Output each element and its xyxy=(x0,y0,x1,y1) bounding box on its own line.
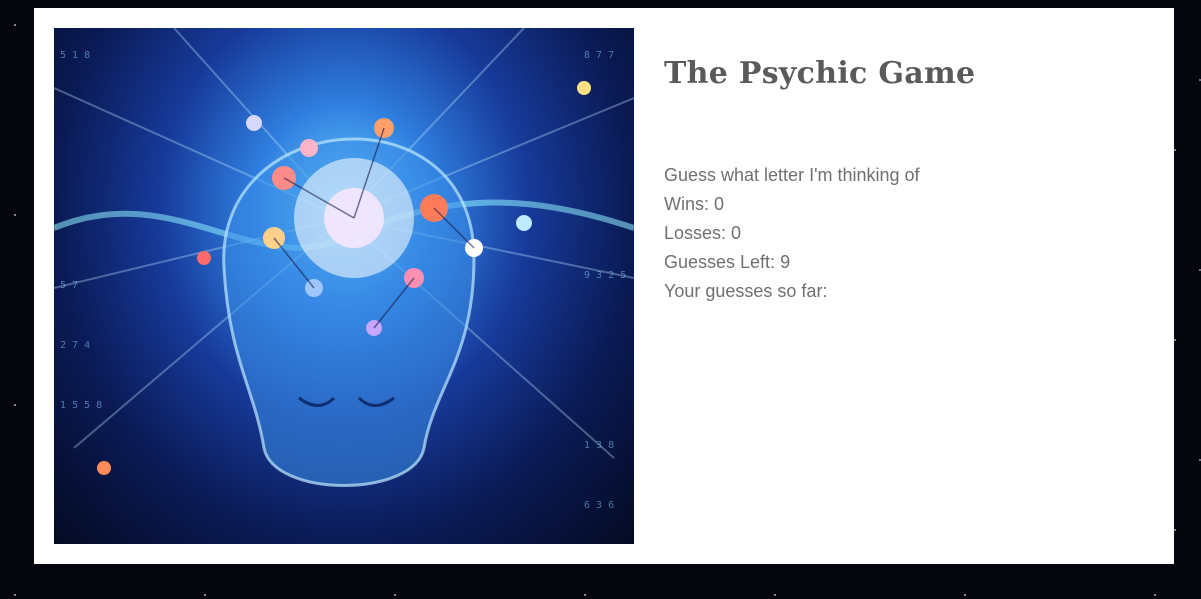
losses-line: Losses: 0 xyxy=(664,219,1144,248)
wins-count: 0 xyxy=(714,194,725,214)
game-panel: 5 1 8 5 7 2 7 4 1 5 5 8 8 7 7 9 3 2 5 1 … xyxy=(34,8,1174,564)
svg-text:1 5 5 8: 1 5 5 8 xyxy=(60,400,102,411)
guesses-so-far-label: Your guesses so far: xyxy=(664,281,828,301)
guesses-left-line: Guesses Left: 9 xyxy=(664,248,1144,277)
guesses-left-count: 9 xyxy=(780,252,791,272)
wins-label: Wins: xyxy=(664,194,715,214)
svg-text:5 7: 5 7 xyxy=(60,280,78,291)
svg-text:2 7 4: 2 7 4 xyxy=(60,340,90,351)
guesses-left-label: Guesses Left: xyxy=(664,252,781,272)
brain-illustration: 5 1 8 5 7 2 7 4 1 5 5 8 8 7 7 9 3 2 5 1 … xyxy=(54,28,634,544)
losses-label: Losses: xyxy=(664,223,732,243)
svg-text:5 1 8: 5 1 8 xyxy=(60,50,90,61)
game-stats: Guess what letter I'm thinking of Wins: … xyxy=(664,161,1144,306)
game-prompt: Guess what letter I'm thinking of xyxy=(664,161,1144,190)
page-title: The Psychic Game xyxy=(664,56,976,91)
svg-text:6 3 6: 6 3 6 xyxy=(584,500,614,511)
svg-text:8 7 7: 8 7 7 xyxy=(584,50,614,61)
svg-text:9 3 2 5: 9 3 2 5 xyxy=(584,270,626,281)
guesses-so-far-line: Your guesses so far: xyxy=(664,277,1144,306)
prompt-text: Guess what letter I'm thinking of xyxy=(664,165,920,185)
wins-line: Wins: 0 xyxy=(664,190,1144,219)
losses-count: 0 xyxy=(731,223,742,243)
game-info: The Psychic Game Guess what letter I'm t… xyxy=(664,56,1144,306)
svg-text:1 3 8: 1 3 8 xyxy=(584,440,614,451)
brain-head-icon: 5 1 8 5 7 2 7 4 1 5 5 8 8 7 7 9 3 2 5 1 … xyxy=(54,28,634,511)
